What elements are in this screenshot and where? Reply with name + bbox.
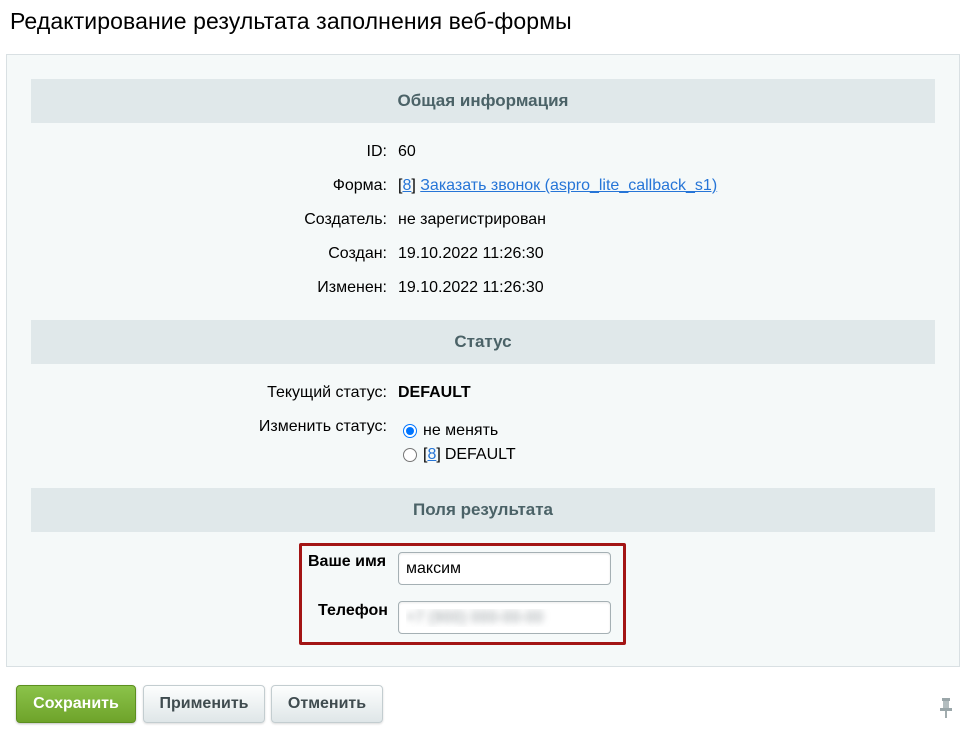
modified-label: Изменен: (317, 279, 387, 296)
change-status-label: Изменить статус: (258, 418, 387, 435)
row-creator: Создатель: не зарегистрирован (7, 211, 959, 235)
status-option-keep[interactable]: не менять (403, 422, 498, 440)
page-title: Редактирование результата заполнения веб… (10, 8, 572, 34)
section-header-fields: Поля результата (31, 488, 935, 532)
id-label: ID: (366, 143, 387, 160)
form-value: [8] Заказать звонок (aspro_lite_callback… (398, 177, 717, 195)
name-input[interactable] (398, 552, 611, 585)
row-current-status: Текущий статус: DEFAULT (7, 384, 959, 408)
created-label: Создан: (328, 245, 387, 262)
status-option-default-label: DEFAULT (444, 446, 516, 463)
row-created: Создан: 19.10.2022 11:26:30 (7, 245, 959, 269)
current-status-value: DEFAULT (398, 384, 471, 401)
form-bracket-close: ] (411, 177, 416, 194)
status-option-bracket-close: ] (436, 446, 441, 463)
phone-input[interactable] (398, 601, 611, 634)
apply-button[interactable]: Применить (143, 685, 265, 723)
current-status-label: Текущий статус: (267, 384, 387, 401)
form-label: Форма: (332, 177, 387, 194)
row-id: ID: 60 (7, 143, 959, 167)
edit-form-panel: Общая информация ID: 60 Форма: [8] Заказ… (6, 54, 960, 667)
phone-field-label: Телефон (318, 602, 388, 619)
created-value: 19.10.2022 11:26:30 (398, 245, 544, 262)
cancel-button[interactable]: Отменить (271, 685, 383, 723)
status-option-default[interactable]: [8] DEFAULT (403, 446, 516, 464)
creator-label: Создатель: (304, 211, 387, 228)
row-form: Форма: [8] Заказать звонок (aspro_lite_c… (7, 177, 959, 201)
name-field-label: Ваше имя (308, 553, 387, 570)
section-header-status: Статус (31, 320, 935, 364)
status-option-keep-label: не менять (423, 422, 499, 439)
radio-keep-status[interactable] (403, 424, 417, 438)
modified-value: 19.10.2022 11:26:30 (398, 279, 544, 296)
status-id-link[interactable]: 8 (427, 446, 436, 464)
creator-value: не зарегистрирован (398, 211, 546, 228)
radio-default-status[interactable] (403, 448, 417, 462)
form-name-link[interactable]: Заказать звонок (aspro_lite_callback_s1) (420, 177, 717, 194)
section-header-general: Общая информация (31, 79, 935, 123)
row-modified: Изменен: 19.10.2022 11:26:30 (7, 279, 959, 303)
pin-icon[interactable] (938, 697, 954, 719)
save-button[interactable]: Сохранить (16, 685, 136, 723)
id-value: 60 (398, 143, 416, 160)
